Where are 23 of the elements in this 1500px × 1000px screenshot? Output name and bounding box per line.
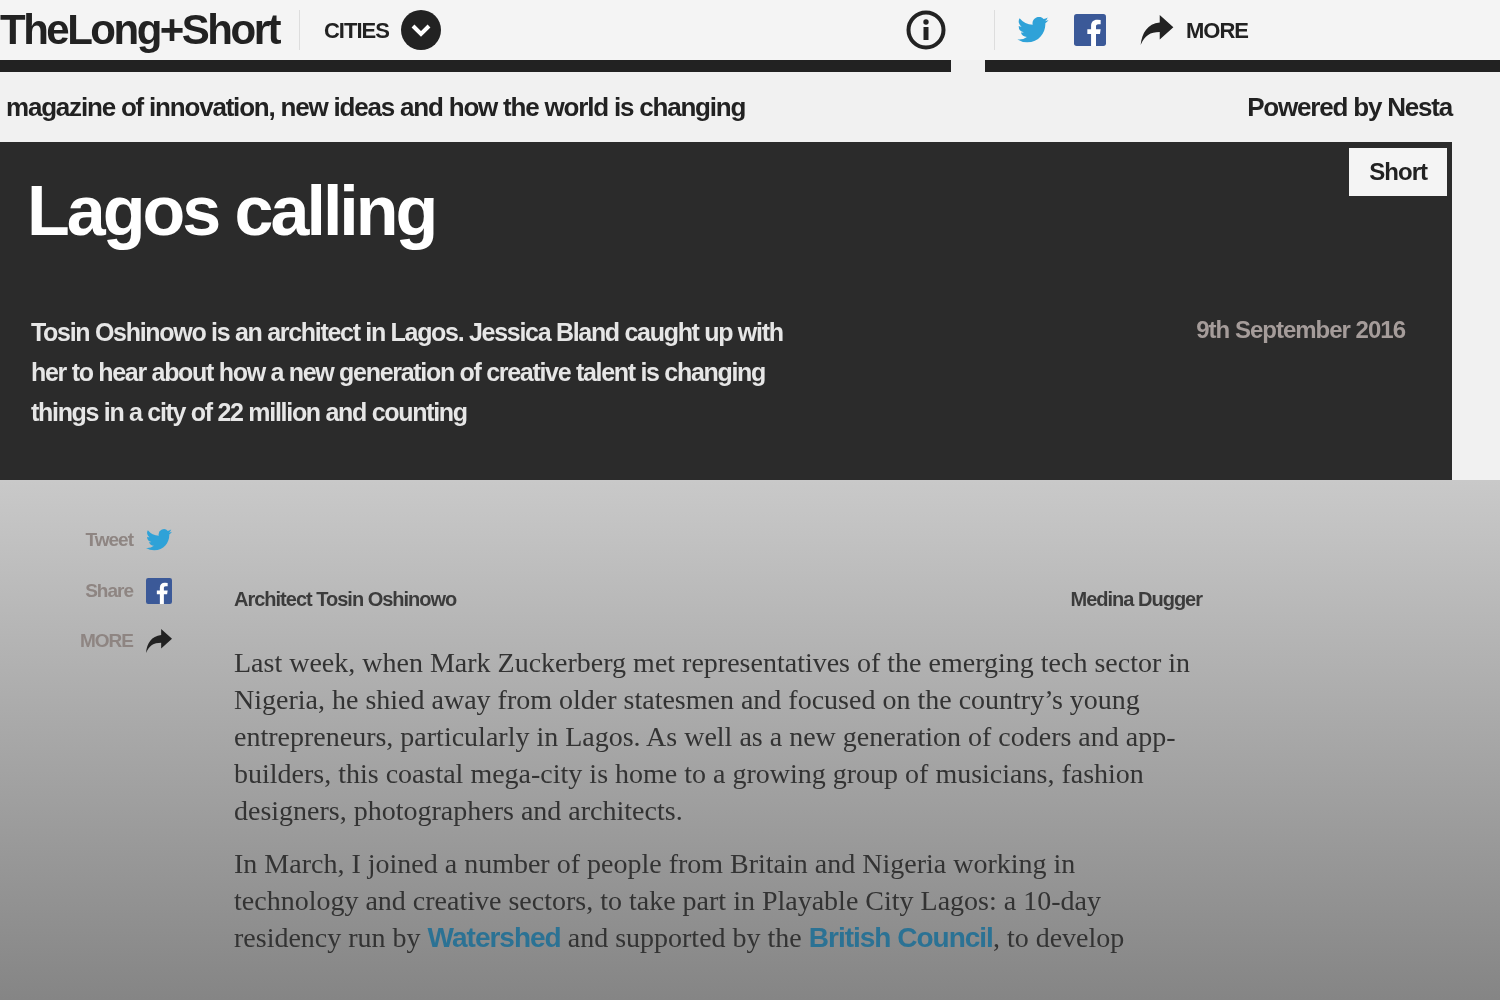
share-link[interactable]: Tweet [85, 526, 172, 555]
site-tagline: magazine of innovation, new ideas and how the world is changing [6, 90, 746, 124]
body-paragraph: In March, I joined a number of people from Britain and Nigeria working in technology and creative sectors, to take part in Playable City Lagos: a 10-day residency run by Watershed and supported by the British Council, to develop [234, 847, 1126, 955]
image-credit: Medina Dugger [1070, 587, 1202, 612]
image-caption: Architect Tosin Oshinowo [234, 587, 457, 612]
share-link[interactable]: Share [85, 576, 172, 605]
body-paragraph: Last week, when Mark Zuckerberg met representatives of the emerging tech sector in Nigeria, he shied away from older statesmen and focused on the country’s young entrepreneurs, particularly in Lagos. As well as a new generation of coders and app-builders, this coastal mega-city is home to a growing group of musicians, fashion designers, photographers and architects. [234, 646, 1192, 828]
more-share-button[interactable]: MORE [1140, 13, 1248, 47]
info-icon[interactable] [906, 10, 946, 50]
bird-icon [146, 529, 172, 552]
section-menu[interactable]: CITIES [324, 10, 441, 50]
facebook-icon [146, 577, 172, 604]
article-standfirst: Tosin Oshinowo is an architect in Lagos. Jessica Bland caught up with her to hear about how a new generation of creative talent is changing things in a city of 22 million and counting [31, 317, 784, 428]
article-date: 9th September 2016 [1196, 315, 1405, 345]
bird-icon [1017, 17, 1049, 43]
powered-by-text: Powered by Nesta [1247, 90, 1452, 124]
facebook-icon [1074, 14, 1106, 46]
article-type-badge: Short [1349, 148, 1447, 196]
chevron-down-icon [400, 10, 441, 50]
curved-arrow-icon [1140, 15, 1174, 45]
inline-link[interactable]: Watershed [427, 922, 561, 953]
curved-arrow-icon [146, 629, 172, 654]
inline-link[interactable]: British Council [808, 922, 993, 953]
